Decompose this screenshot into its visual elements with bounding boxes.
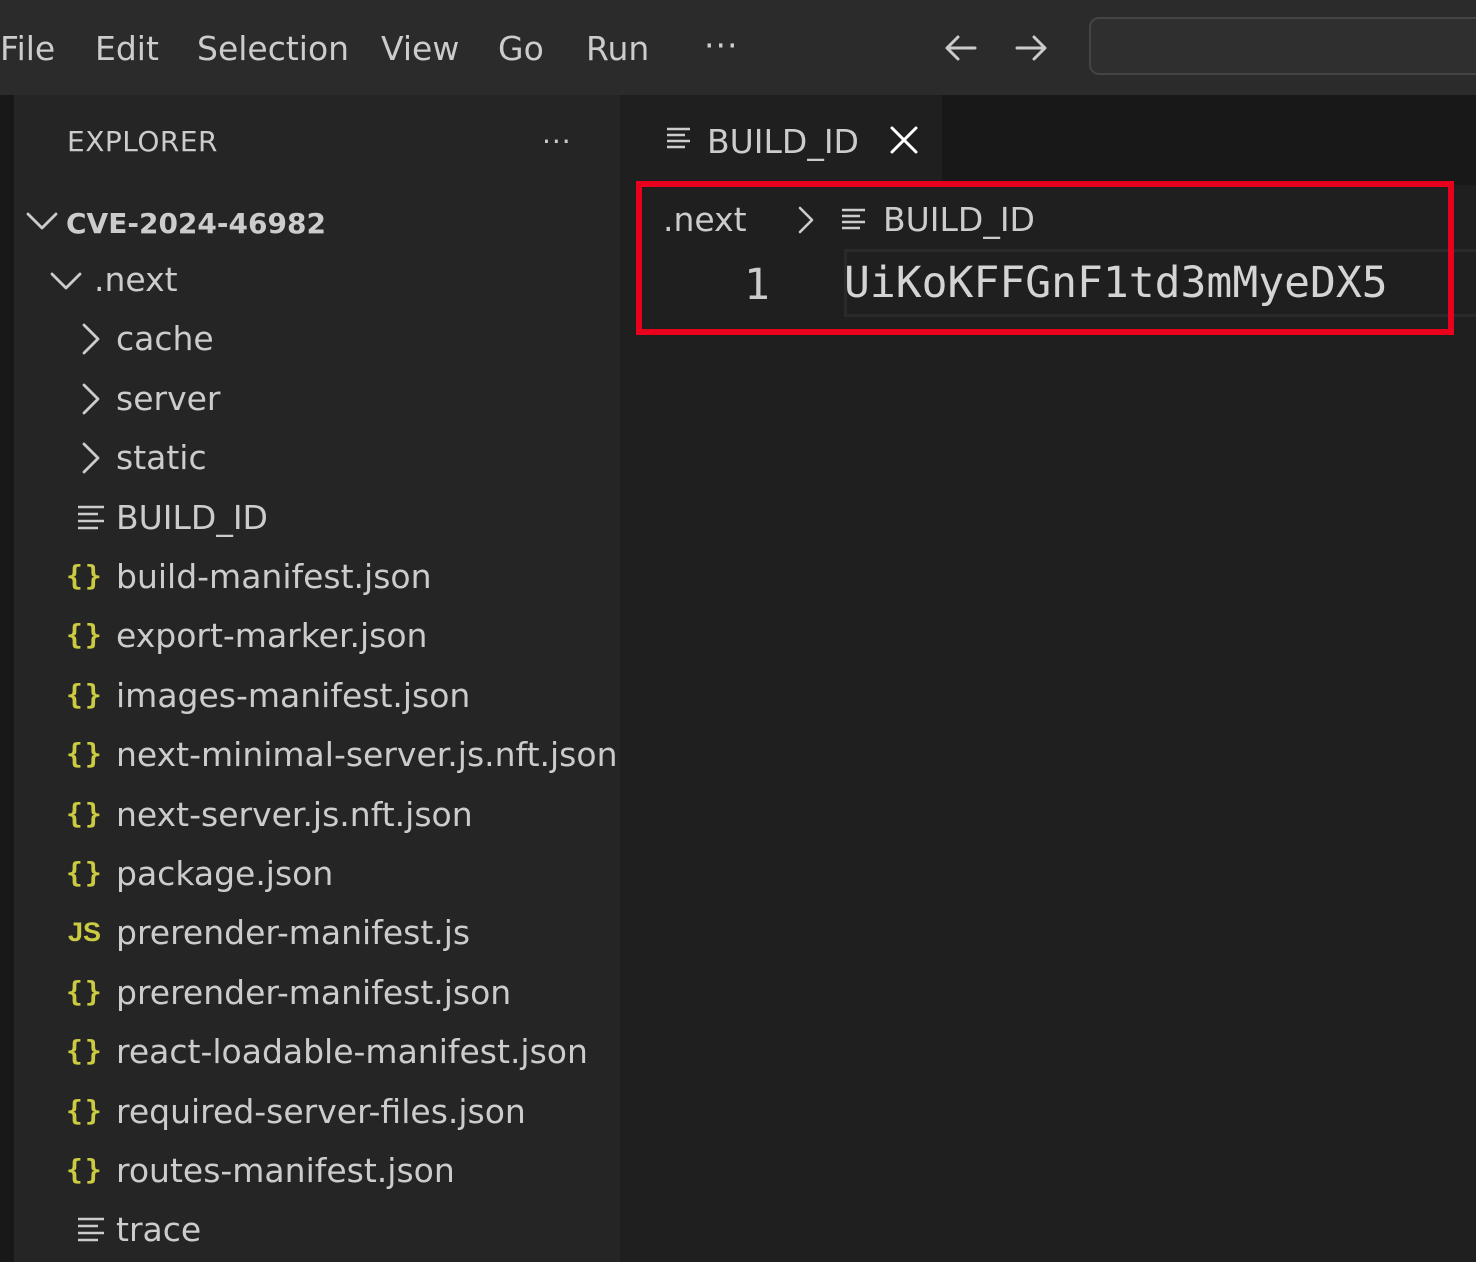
json-icon: {}	[66, 975, 104, 1008]
explorer-sidebar: EXPLORER ··· CVE-2024-46982 .next cache …	[14, 95, 620, 1262]
file-label: export-marker.json	[116, 616, 428, 655]
file-label: BUILD_ID	[116, 498, 268, 537]
activity-bar	[0, 95, 14, 1262]
tab-label: BUILD_ID	[707, 122, 859, 161]
command-center-search[interactable]	[1089, 17, 1476, 75]
chevron-down-icon	[22, 200, 62, 240]
json-icon: {}	[66, 856, 104, 889]
json-icon: {}	[66, 1034, 104, 1067]
menu-file[interactable]: File	[0, 26, 55, 72]
file-label: prerender-manifest.json	[116, 973, 512, 1012]
file-label: react-loadable-manifest.json	[116, 1032, 588, 1071]
tree-file[interactable]: {} routes-manifest.json	[14, 1143, 620, 1199]
tree-folder-static[interactable]: static	[14, 430, 620, 486]
menu-more-button[interactable]: ···	[704, 26, 738, 66]
tree-folder-server[interactable]: server	[14, 371, 620, 427]
explorer-title: EXPLORER	[67, 125, 218, 158]
chevron-down-icon	[46, 260, 86, 300]
json-icon: {}	[66, 1094, 104, 1127]
chevron-right-icon	[70, 438, 110, 478]
annotation-highlight-box	[636, 181, 1454, 335]
json-icon: {}	[66, 678, 104, 711]
tree-folder-cache[interactable]: cache	[14, 311, 620, 367]
file-label: trace	[116, 1210, 202, 1249]
lines-icon	[74, 498, 114, 538]
tree-file[interactable]: JS prerender-manifest.js	[14, 905, 620, 961]
tree-file[interactable]: {} react-loadable-manifest.json	[14, 1024, 620, 1080]
tree-file[interactable]: {} next-server.js.nft.json	[14, 787, 620, 843]
tree-file[interactable]: {} export-marker.json	[14, 608, 620, 664]
forward-arrow-icon[interactable]	[1013, 30, 1049, 66]
tree-file-build-id[interactable]: BUILD_ID	[14, 490, 620, 546]
file-label: next-server.js.nft.json	[116, 795, 473, 834]
file-label: routes-manifest.json	[116, 1151, 455, 1190]
tree-root-folder[interactable]: CVE-2024-46982	[14, 192, 620, 248]
tree-folder-next[interactable]: .next	[14, 252, 620, 308]
root-folder-label: CVE-2024-46982	[66, 207, 326, 240]
folder-label: .next	[94, 260, 178, 299]
tab-build-id[interactable]: BUILD_ID	[620, 95, 942, 185]
file-label: images-manifest.json	[116, 676, 471, 715]
explorer-more-button[interactable]: ···	[542, 125, 572, 158]
title-bar: File Edit Selection View Go Run ···	[0, 0, 1476, 95]
tree-file[interactable]: {} required-server-files.json	[14, 1084, 620, 1140]
chevron-right-icon	[70, 319, 110, 359]
menu-selection[interactable]: Selection	[197, 26, 349, 72]
lines-icon	[74, 1210, 114, 1250]
folder-label: static	[116, 438, 207, 477]
menu-view[interactable]: View	[381, 26, 459, 72]
file-label: required-server-files.json	[116, 1092, 526, 1131]
chevron-right-icon	[70, 379, 110, 419]
tree-file[interactable]: {} build-manifest.json	[14, 549, 620, 605]
folder-label: server	[116, 379, 221, 418]
file-label: build-manifest.json	[116, 557, 432, 596]
js-icon: JS	[68, 917, 102, 947]
file-label: next-minimal-server.js.nft.json	[116, 735, 618, 774]
menu-edit[interactable]: Edit	[95, 26, 159, 72]
tree-file[interactable]: {} prerender-manifest.json	[14, 965, 620, 1021]
close-icon[interactable]	[886, 122, 922, 158]
json-icon: {}	[66, 737, 104, 770]
lines-icon	[664, 123, 696, 155]
file-label: prerender-manifest.js	[116, 913, 471, 952]
tree-file[interactable]: {} images-manifest.json	[14, 668, 620, 724]
tab-bar: BUILD_ID	[620, 95, 1476, 185]
menu-run[interactable]: Run	[586, 26, 649, 72]
json-icon: {}	[66, 797, 104, 830]
folder-label: cache	[116, 319, 214, 358]
back-arrow-icon[interactable]	[943, 30, 979, 66]
tree-file[interactable]: {} package.json	[14, 846, 620, 902]
file-label: package.json	[116, 854, 334, 893]
json-icon: {}	[66, 559, 104, 592]
tree-file-trace[interactable]: trace	[14, 1202, 620, 1258]
json-icon: {}	[66, 1153, 104, 1186]
tree-file[interactable]: {} next-minimal-server.js.nft.json	[14, 727, 620, 783]
menu-go[interactable]: Go	[498, 26, 544, 72]
json-icon: {}	[66, 618, 104, 651]
